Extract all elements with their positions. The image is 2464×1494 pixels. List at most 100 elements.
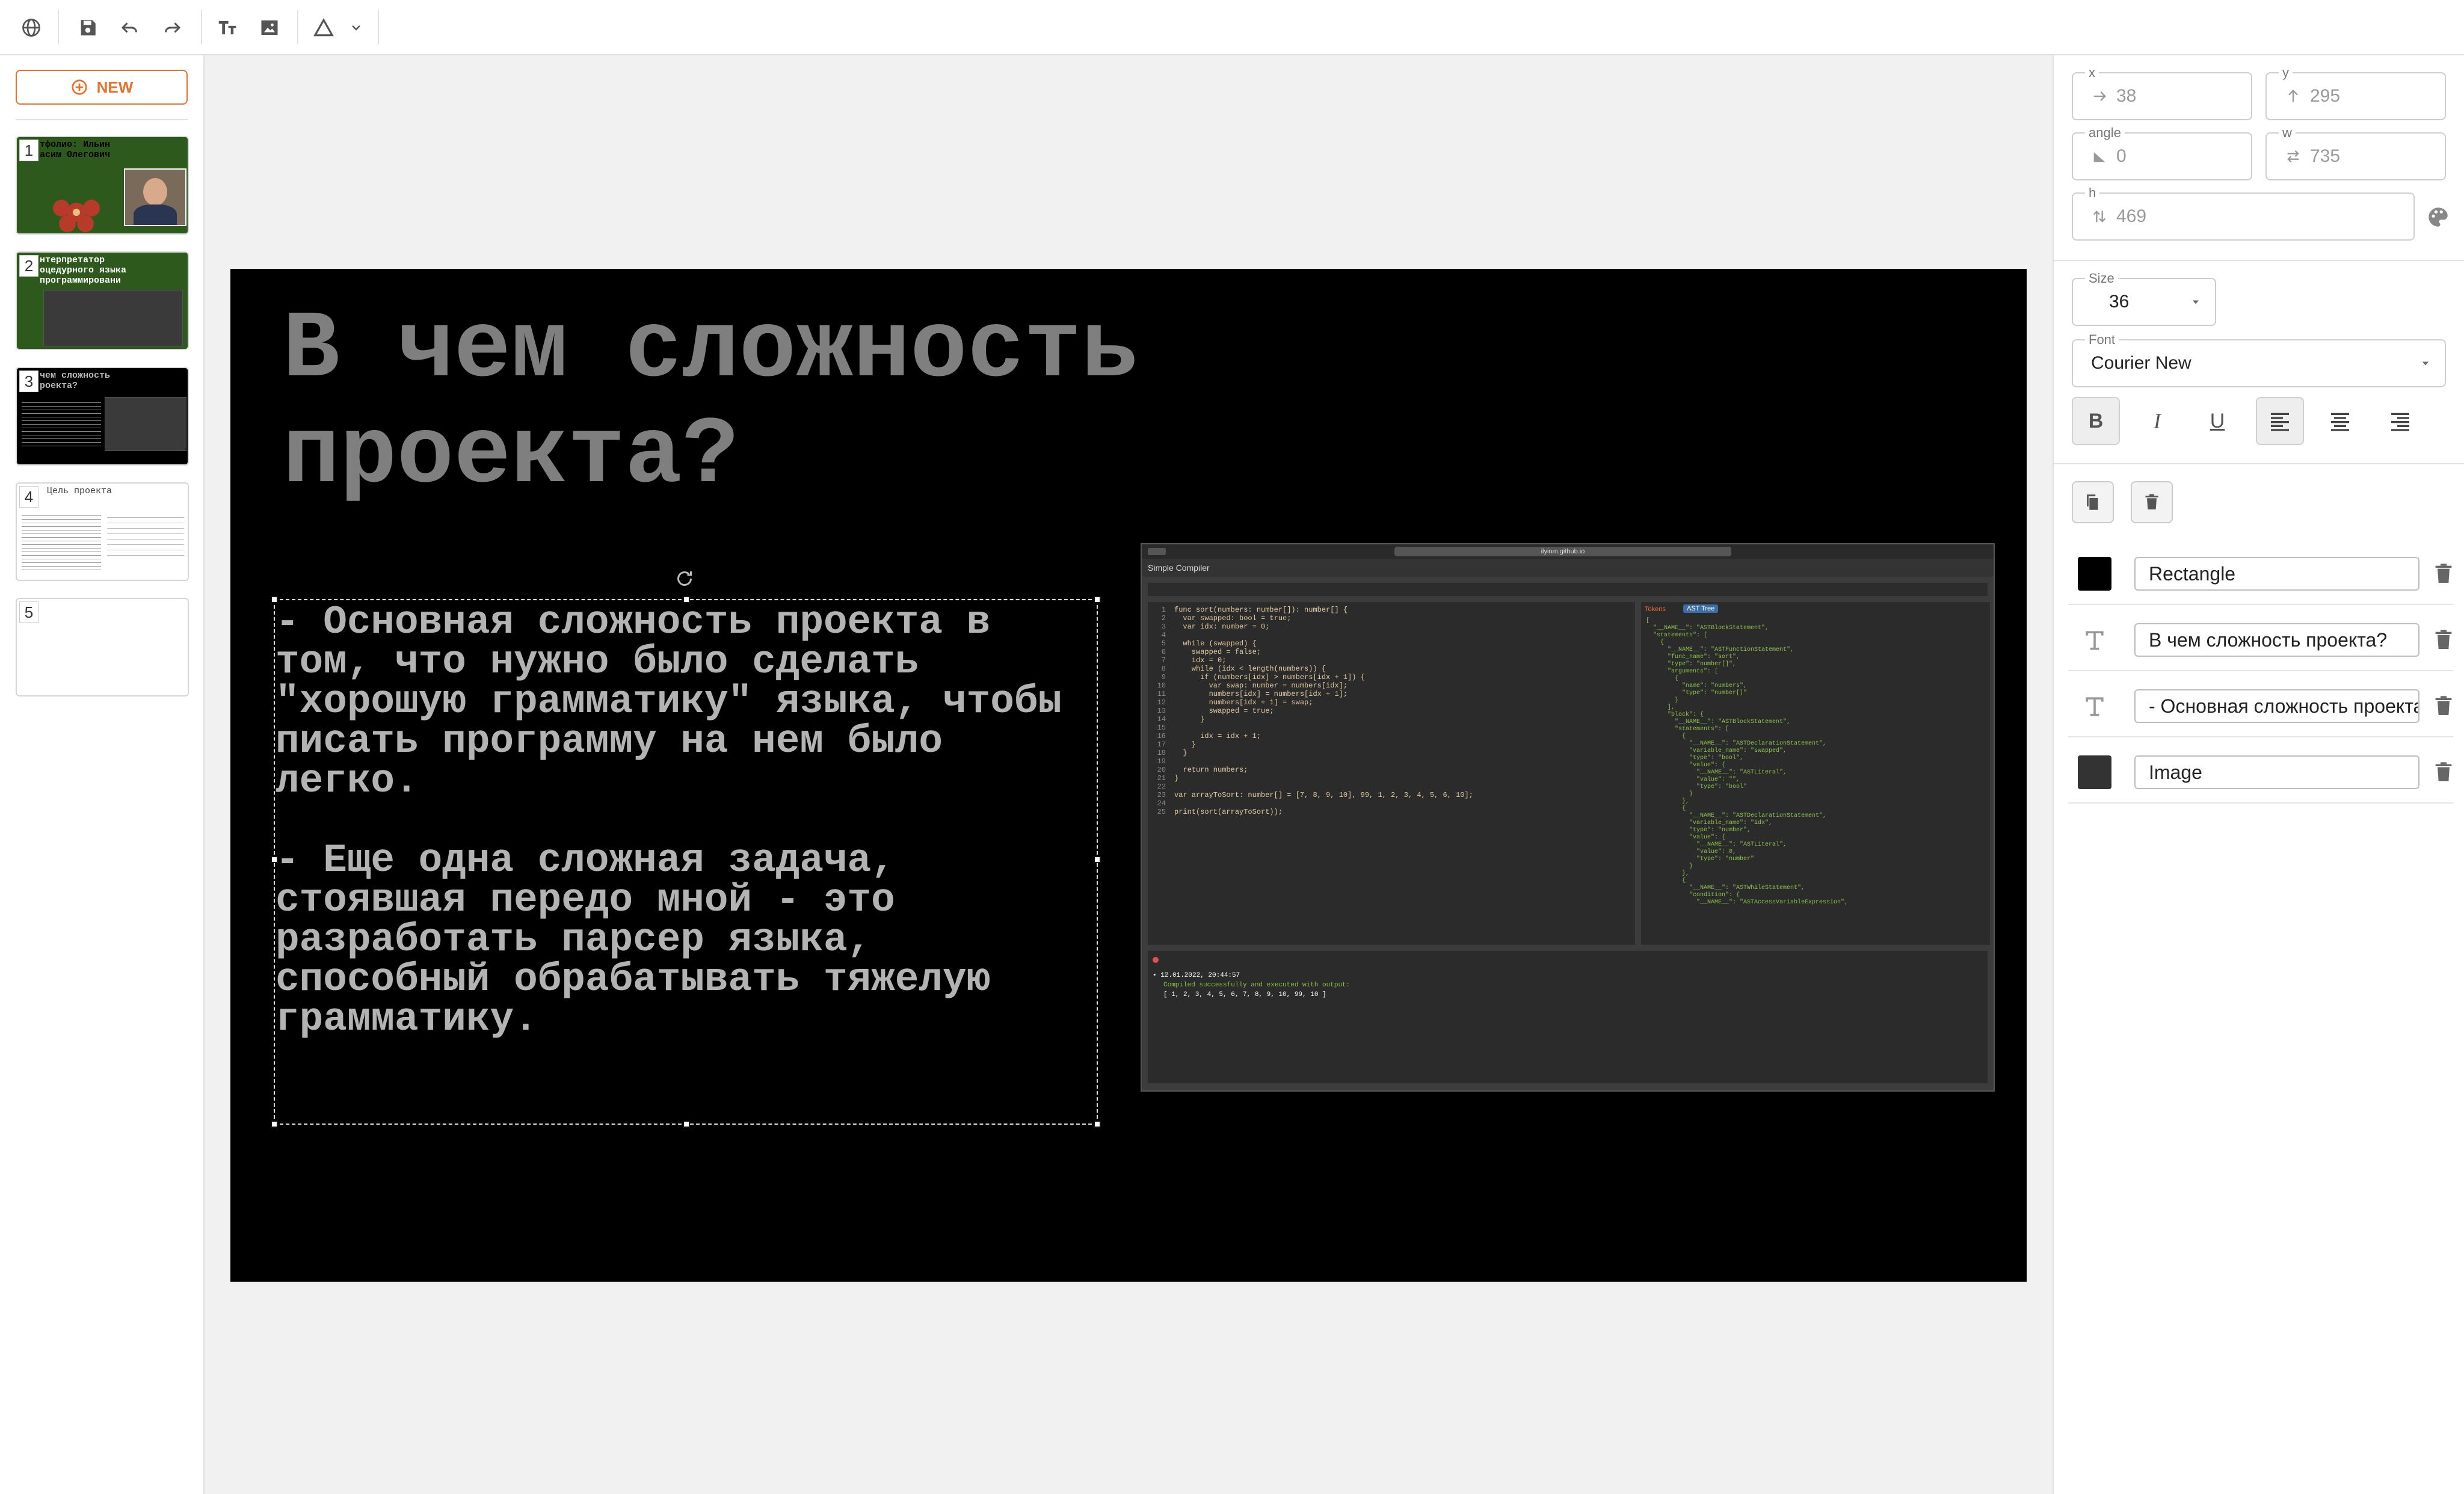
text-icon[interactable] bbox=[214, 14, 241, 41]
slide-thumbnail-title: чем сложность роекта? bbox=[40, 370, 111, 391]
align-left-button[interactable] bbox=[2256, 397, 2304, 445]
chevron-down-icon[interactable] bbox=[345, 14, 367, 41]
swap-vertical-icon bbox=[2093, 211, 2106, 223]
text-layer-icon bbox=[2086, 697, 2104, 716]
slide-thumbnail-5[interactable]: 5 bbox=[16, 598, 189, 696]
layer-item-body-text[interactable]: - Основная сложность проекта в bbox=[2068, 676, 2453, 737]
app-title: Simple Compiler bbox=[1142, 559, 1994, 577]
slide-number: 5 bbox=[19, 601, 38, 623]
resize-handle-right[interactable] bbox=[1094, 856, 1101, 863]
layer-item-rectangle[interactable]: Rectangle bbox=[2068, 544, 2453, 605]
divider bbox=[2054, 260, 2464, 261]
layer-name-input[interactable]: Rectangle bbox=[2134, 557, 2419, 591]
height-field[interactable]: h 469 bbox=[2072, 185, 2415, 241]
browser-bar: ilyinm.github.io bbox=[1142, 544, 1994, 559]
slide-thumbnail-3[interactable]: 3 чем сложность роекта? bbox=[16, 367, 189, 466]
width-field[interactable]: w 735 bbox=[2265, 125, 2446, 180]
trash-icon[interactable] bbox=[2432, 694, 2456, 718]
slide-number: 3 bbox=[19, 370, 38, 392]
console-status-icon bbox=[1153, 957, 1159, 963]
layer-name-input[interactable]: - Основная сложность проекта в bbox=[2134, 689, 2419, 723]
slide-thumbnail-title: Цель проекта bbox=[47, 486, 112, 496]
thumbnail-table bbox=[107, 512, 184, 561]
line-numbers: 1 2 3 4 5 6 7 8 9 10 11 12 13 14 15 16 1… bbox=[1157, 606, 1166, 816]
tab-ast-tree: AST Tree bbox=[1683, 604, 1719, 613]
toolbar-divider bbox=[297, 10, 298, 45]
resize-handle-bottom[interactable] bbox=[683, 1120, 690, 1128]
italic-icon: I bbox=[2154, 409, 2161, 433]
shape-icon[interactable] bbox=[310, 14, 337, 41]
toolbar-divider bbox=[378, 10, 379, 45]
new-slide-button[interactable]: NEW bbox=[16, 70, 188, 105]
resize-handle-top-left[interactable] bbox=[271, 596, 278, 603]
copy-button[interactable] bbox=[2072, 481, 2114, 523]
rotate-icon[interactable] bbox=[674, 568, 695, 589]
arrow-up-icon bbox=[2288, 90, 2298, 102]
selection-box[interactable] bbox=[271, 596, 1101, 1128]
image-icon[interactable] bbox=[256, 14, 283, 41]
angle-field[interactable]: angle 0 bbox=[2072, 125, 2252, 180]
resize-handle-bottom-left[interactable] bbox=[271, 1120, 278, 1128]
italic-button[interactable]: I bbox=[2133, 397, 2181, 445]
underline-button[interactable]: U bbox=[2193, 397, 2241, 445]
tab-tokens: Tokens bbox=[1645, 606, 1666, 613]
layer-item-title-text[interactable]: В чем сложность проекта? bbox=[2068, 610, 2453, 671]
align-right-button[interactable] bbox=[2376, 397, 2424, 445]
arrow-right-icon bbox=[2093, 91, 2106, 101]
trash-icon[interactable] bbox=[2432, 562, 2456, 586]
y-value: 295 bbox=[2310, 86, 2341, 106]
trash-icon bbox=[2145, 494, 2158, 509]
delete-button[interactable] bbox=[2131, 481, 2173, 523]
slide-thumbnail-title: нтерпретатор оцедурного языка программир… bbox=[40, 255, 127, 286]
add-circle-icon bbox=[72, 79, 87, 95]
size-value: 36 bbox=[2109, 292, 2130, 312]
y-field[interactable]: y 295 bbox=[2265, 65, 2446, 120]
slide-number: 1 bbox=[19, 140, 38, 161]
slide-thumbnail-4[interactable]: 4 Цель проекта bbox=[16, 482, 189, 581]
new-slide-label: NEW bbox=[96, 78, 134, 96]
toolbar-divider bbox=[58, 10, 59, 45]
code-text: func sort(numbers: number[]): number[] {… bbox=[1174, 606, 1473, 816]
slide-thumbnail-1[interactable]: 1 тфолио: Ильин асим Олегович bbox=[16, 136, 189, 235]
thumbnail-screenshot bbox=[43, 290, 183, 346]
width-value: 735 bbox=[2310, 146, 2341, 166]
resize-handle-top-right[interactable] bbox=[1094, 596, 1101, 603]
save-icon[interactable] bbox=[75, 14, 101, 41]
x-field[interactable]: x 38 bbox=[2072, 65, 2252, 120]
trash-icon[interactable] bbox=[2432, 760, 2456, 784]
image-thumbnail bbox=[2078, 755, 2111, 789]
layer-name-input[interactable]: В чем сложность проекта? bbox=[2134, 623, 2419, 657]
rectangle-swatch bbox=[2078, 557, 2111, 591]
slide-number: 4 bbox=[19, 486, 38, 508]
undo-icon[interactable] bbox=[117, 14, 143, 41]
angle-icon bbox=[2093, 152, 2105, 162]
redo-icon[interactable] bbox=[159, 14, 185, 41]
slide-thumbnail-2[interactable]: 2 нтерпретатор оцедурного языка программ… bbox=[16, 251, 189, 350]
console-panel: • 12.01.2022, 20:44:57 Compiled successf… bbox=[1148, 951, 1988, 1083]
slide-title[interactable]: В чем сложность проекта? bbox=[283, 298, 1305, 509]
slide-thumbnail-title: тфолио: Ильин асим Олегович bbox=[40, 140, 111, 160]
underline-icon: U bbox=[2210, 409, 2225, 432]
font-size-select[interactable]: Size 36 bbox=[2072, 271, 2216, 326]
trash-icon[interactable] bbox=[2432, 628, 2456, 652]
layer-name-input[interactable]: Image bbox=[2134, 755, 2419, 789]
copy-icon bbox=[2087, 494, 2098, 510]
palette-icon[interactable] bbox=[2426, 204, 2451, 230]
layer-item-image[interactable]: Image bbox=[2068, 742, 2453, 804]
bold-button[interactable]: B bbox=[2072, 397, 2120, 445]
thumbnail-body-lines bbox=[22, 512, 101, 570]
align-center-button[interactable] bbox=[2316, 397, 2364, 445]
resize-handle-left[interactable] bbox=[271, 856, 278, 863]
resize-handle-bottom-right[interactable] bbox=[1094, 1120, 1101, 1128]
globe-icon[interactable] bbox=[18, 14, 45, 41]
ast-panel: Tokens AST Tree [ "__NAME__": "ASTBlockS… bbox=[1641, 602, 1990, 945]
align-center-icon bbox=[2331, 413, 2349, 431]
divider bbox=[2054, 463, 2464, 464]
slide-screenshot-image[interactable]: ilyinm.github.io Simple Compiler 1 2 3 4… bbox=[1141, 543, 1995, 1092]
font-family-select[interactable]: Font Courier New bbox=[2072, 332, 2446, 387]
console-message: Compiled successfully and executed with … bbox=[1163, 982, 1351, 989]
slides-panel: NEW 1 тфолио: Ильин асим Олегович 2 нтер… bbox=[0, 55, 205, 1494]
thumbnail-body-lines bbox=[22, 399, 101, 447]
x-value: 38 bbox=[2116, 86, 2137, 106]
resize-handle-top[interactable] bbox=[683, 596, 690, 603]
